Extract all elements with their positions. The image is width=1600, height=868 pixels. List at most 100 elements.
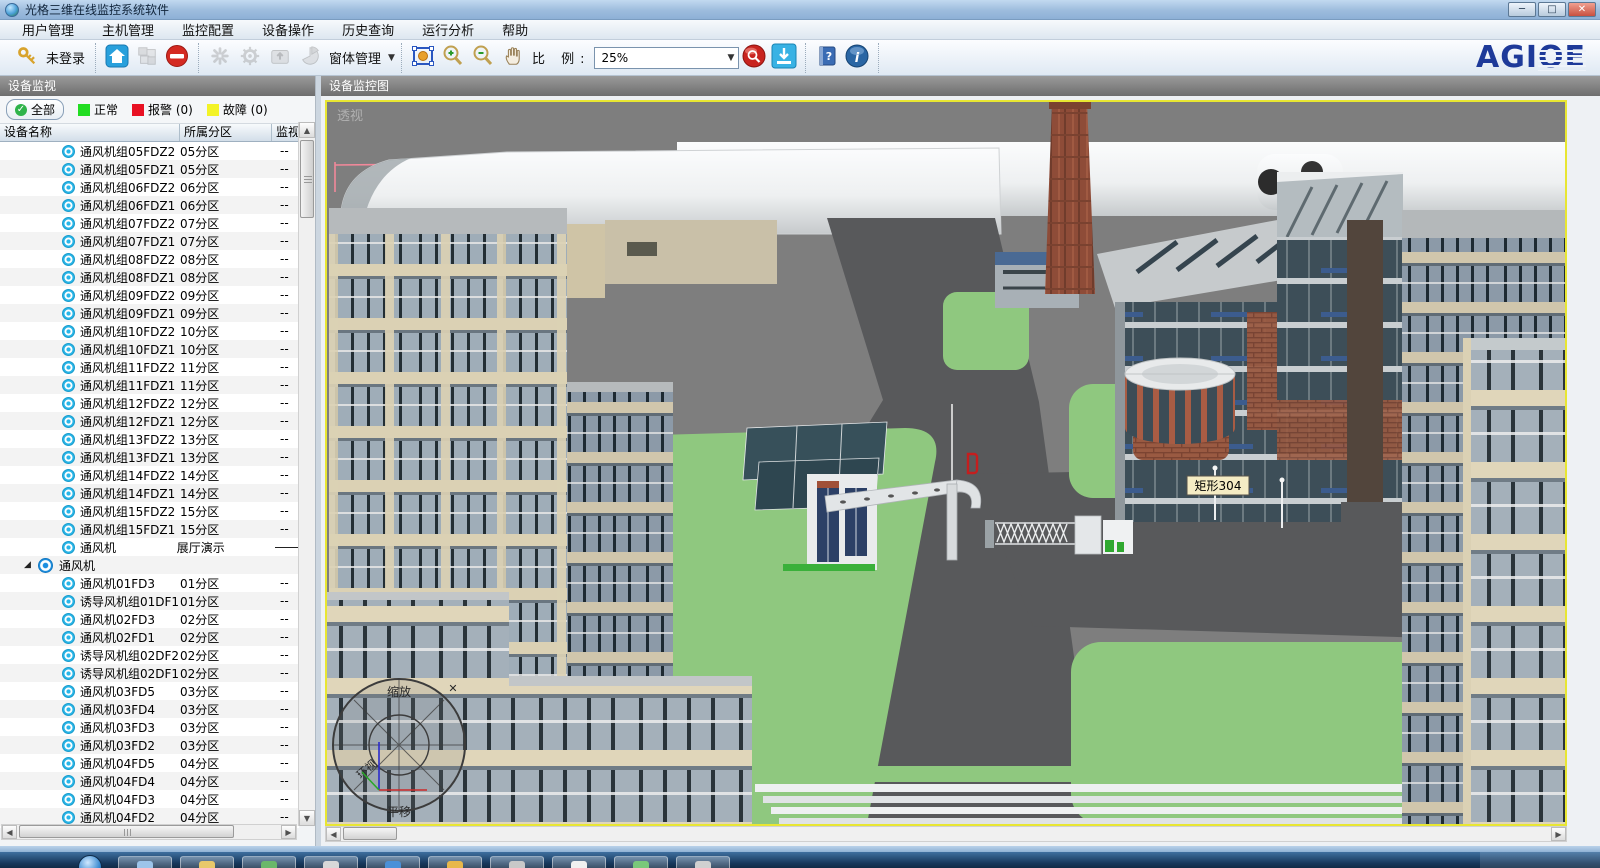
viewport-scroll-left-arrow[interactable]: ◀: [326, 827, 341, 841]
device-row[interactable]: 通风机组09FDZ1 09分区 --: [0, 304, 299, 322]
device-row[interactable]: 通风机组11FDZ2 11分区 --: [0, 358, 299, 376]
system-tray[interactable]: [1480, 852, 1600, 868]
taskbar-button[interactable]: [242, 856, 296, 868]
horizontal-scroll-thumb[interactable]: [19, 825, 234, 838]
device-row[interactable]: 通风机04FD4 04分区 --: [0, 772, 299, 790]
nav-pan-label[interactable]: 平移: [387, 805, 411, 819]
device-row[interactable]: 诱导风机组02DF1 02分区 --: [0, 664, 299, 682]
scroll-up-arrow[interactable]: ▲: [299, 122, 315, 138]
device-row[interactable]: 通风机组14FDZ2 14分区 --: [0, 466, 299, 484]
device-row[interactable]: 通风机组06FDZ1 06分区 --: [0, 196, 299, 214]
pan-button[interactable]: [498, 44, 528, 72]
status-filter[interactable]: 故障 (0): [207, 101, 268, 118]
status-filter[interactable]: ✓ 全部: [6, 99, 64, 120]
archive-button[interactable]: [265, 44, 295, 72]
device-row[interactable]: 通风机03FD5 03分区 --: [0, 682, 299, 700]
vertical-scroll-thumb[interactable]: [300, 140, 314, 218]
taskbar-button[interactable]: [428, 856, 482, 868]
device-row[interactable]: 诱导风机组02DF2 02分区 --: [0, 646, 299, 664]
device-row[interactable]: 通风机组10FDZ2 10分区 --: [0, 322, 299, 340]
taskbar-button[interactable]: [180, 856, 234, 868]
device-row[interactable]: 通风机组12FDZ1 12分区 --: [0, 412, 299, 430]
cascade-windows-button[interactable]: [132, 44, 162, 72]
device-row[interactable]: 通风机04FD3 04分区 --: [0, 790, 299, 808]
column-device-name[interactable]: 设备名称: [0, 124, 180, 141]
device-row[interactable]: 通风机组08FDZ1 08分区 --: [0, 268, 299, 286]
menu-item[interactable]: 监控配置: [168, 19, 248, 40]
device-row[interactable]: 通风机03FD4 03分区 --: [0, 700, 299, 718]
zoom-in-button[interactable]: [438, 44, 468, 72]
taskbar-button[interactable]: [118, 856, 172, 868]
combo-arrow-icon[interactable]: ▼: [728, 53, 735, 63]
device-row[interactable]: 通风机02FD1 02分区 --: [0, 628, 299, 646]
device-row[interactable]: 通风机组06FDZ2 06分区 --: [0, 178, 299, 196]
device-list-horizontal-scrollbar[interactable]: ◀ ▶: [1, 824, 297, 840]
home-button[interactable]: [102, 44, 132, 72]
window-manage-dropdown-arrow[interactable]: ▼: [388, 53, 395, 63]
login-button[interactable]: [12, 44, 42, 72]
3d-viewport[interactable]: 缩放 ✕ 环视 平移 矩形304: [325, 100, 1567, 826]
device-row[interactable]: 通风机03FD3 03分区 --: [0, 718, 299, 736]
device-row[interactable]: 通风机组13FDZ2 13分区 --: [0, 430, 299, 448]
device-row[interactable]: 通风机组13FDZ1 13分区 --: [0, 448, 299, 466]
column-zone[interactable]: 所属分区: [180, 124, 272, 141]
device-row[interactable]: 诱导风机组01DF1 01分区 --: [0, 592, 299, 610]
menu-item[interactable]: 主机管理: [88, 19, 168, 40]
taskbar-button[interactable]: [304, 856, 358, 868]
device-row[interactable]: 通风机组05FDZ2 05分区 --: [0, 142, 299, 160]
taskbar-button[interactable]: [676, 856, 730, 868]
device-row[interactable]: 通风机组14FDZ1 14分区 --: [0, 484, 299, 502]
pie-button[interactable]: [295, 44, 325, 72]
window-manage-label[interactable]: 窗体管理: [329, 48, 381, 67]
scroll-down-arrow[interactable]: ▼: [299, 810, 315, 826]
start-button[interactable]: [78, 855, 102, 868]
device-row[interactable]: 通风机组08FDZ2 08分区 --: [0, 250, 299, 268]
device-group-row[interactable]: ◢通风机: [0, 556, 299, 574]
taskbar-button[interactable]: [490, 856, 544, 868]
gear-button[interactable]: [235, 44, 265, 72]
device-row[interactable]: 通风机 展厅演示 ――: [0, 538, 299, 556]
scroll-left-arrow[interactable]: ◀: [2, 825, 17, 839]
help-button[interactable]: ?: [812, 44, 842, 72]
taskbar-button[interactable]: [366, 856, 420, 868]
fan-button[interactable]: [205, 44, 235, 72]
menu-item[interactable]: 历史查询: [328, 19, 408, 40]
menu-item[interactable]: 帮助: [488, 19, 542, 40]
status-filter[interactable]: 报警 (0): [132, 101, 193, 118]
zoom-region-button[interactable]: [408, 44, 438, 72]
device-row[interactable]: 通风机组07FDZ1 07分区 --: [0, 232, 299, 250]
device-row[interactable]: 通风机03FD2 03分区 --: [0, 736, 299, 754]
status-filter[interactable]: 正常: [78, 101, 118, 118]
menu-item[interactable]: 用户管理: [8, 19, 88, 40]
minimize-button[interactable]: ─: [1508, 2, 1536, 17]
taskbar-button[interactable]: [614, 856, 668, 868]
device-row[interactable]: 通风机组09FDZ2 09分区 --: [0, 286, 299, 304]
maximize-button[interactable]: □: [1538, 2, 1566, 17]
device-row[interactable]: 通风机组12FDZ2 12分区 --: [0, 394, 299, 412]
device-row[interactable]: 通风机组05FDZ1 05分区 --: [0, 160, 299, 178]
zoom-out-button[interactable]: [468, 44, 498, 72]
login-label[interactable]: 未登录: [46, 48, 85, 67]
device-row[interactable]: 通风机组07FDZ2 07分区 --: [0, 214, 299, 232]
menu-item[interactable]: 运行分析: [408, 19, 488, 40]
nav-close-icon[interactable]: ✕: [448, 682, 457, 695]
export-button[interactable]: [769, 44, 799, 72]
viewport-horizontal-scrollbar[interactable]: ◀ ▶: [325, 826, 1567, 842]
stop-button[interactable]: [162, 44, 192, 72]
device-row[interactable]: 通风机组10FDZ1 10分区 --: [0, 340, 299, 358]
menu-item[interactable]: 设备操作: [248, 19, 328, 40]
device-row[interactable]: 通风机组11FDZ1 11分区 --: [0, 376, 299, 394]
scale-combobox[interactable]: 25% ▼: [594, 47, 739, 69]
close-button[interactable]: ✕: [1568, 2, 1596, 17]
device-list-vertical-scrollbar[interactable]: ▲ ▼: [298, 122, 315, 826]
device-row[interactable]: 通风机04FD5 04分区 --: [0, 754, 299, 772]
device-row[interactable]: 通风机02FD3 02分区 --: [0, 610, 299, 628]
viewport-scroll-right-arrow[interactable]: ▶: [1551, 827, 1566, 841]
expand-arrow-icon[interactable]: ◢: [24, 560, 36, 570]
apply-scale-button[interactable]: [739, 44, 769, 72]
about-button[interactable]: i: [842, 44, 872, 72]
nav-zoom-label[interactable]: 缩放: [387, 684, 411, 699]
scroll-right-arrow[interactable]: ▶: [281, 825, 296, 839]
taskbar-button[interactable]: [552, 856, 606, 868]
viewport-horizontal-scroll-thumb[interactable]: [343, 827, 397, 840]
